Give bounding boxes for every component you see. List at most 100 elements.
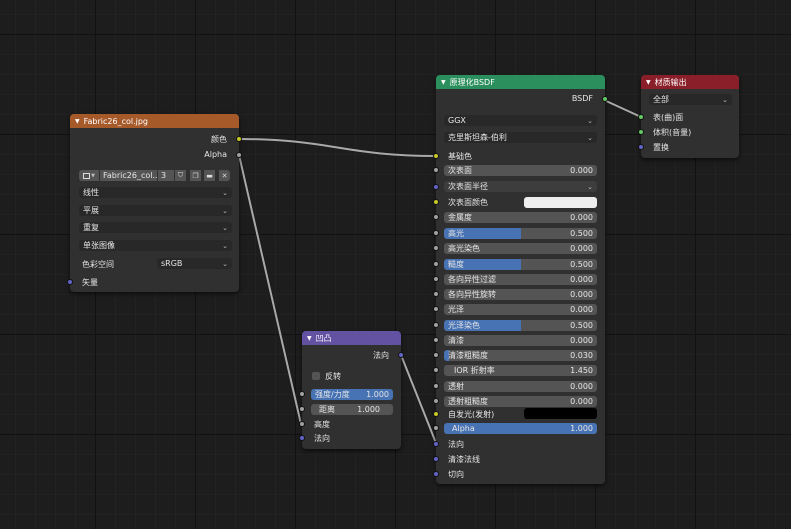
- distance-field[interactable]: 距离 1.000: [311, 404, 393, 415]
- material-output-node[interactable]: ▼ 材质输出 全部 ⌄ 表(曲)面 体积(音量) 置换: [638, 75, 739, 158]
- collapse-arrow-icon[interactable]: ▼: [646, 79, 651, 86]
- bump-node-title: 凹凸: [315, 333, 332, 343]
- target-dropdown[interactable]: 全部 ⌄: [649, 94, 732, 105]
- output-alpha-socket[interactable]: [236, 152, 242, 158]
- bsdf-field-label: 光泽: [448, 305, 464, 314]
- output-normal-label: 法向: [373, 351, 389, 360]
- bsdf-field[interactable]: 金属度 0.000: [444, 212, 597, 223]
- image-name-field[interactable]: Fabric26_col...: [100, 170, 157, 181]
- normal-socket[interactable]: [433, 441, 439, 447]
- bsdf-field-socket[interactable]: [433, 322, 439, 328]
- bsdf-field-socket[interactable]: [433, 261, 439, 267]
- clearcoat-normal-socket[interactable]: [433, 456, 439, 462]
- colorspace-label: 色彩空间: [82, 260, 114, 269]
- chevron-down-icon: ⌄: [587, 116, 593, 125]
- bsdf-field[interactable]: 清漆粗糙度 0.030: [444, 350, 597, 361]
- strength-socket[interactable]: [299, 391, 305, 397]
- bsdf-field[interactable]: IOR 折射率 1.450: [444, 365, 597, 376]
- bump-node[interactable]: ▼ 凹凸 法向 反转 强度/力度 1.000 距离 1.000 高度 法向: [299, 331, 404, 449]
- output-color-socket[interactable]: [236, 136, 242, 142]
- bsdf-field[interactable]: 光泽 0.000: [444, 304, 597, 315]
- close-icon[interactable]: ✕: [219, 170, 230, 181]
- invert-checkbox[interactable]: [312, 372, 320, 380]
- collapse-arrow-icon[interactable]: ▼: [307, 335, 312, 342]
- bsdf-field-socket[interactable]: [433, 398, 439, 404]
- volume-socket[interactable]: [638, 129, 644, 135]
- surface-socket[interactable]: [638, 114, 644, 120]
- subsurface-radius-dropdown[interactable]: 次表面半径 ⌄: [444, 181, 597, 192]
- bsdf-field-value: 1.450: [570, 366, 593, 375]
- bsdf-field-value: 0.000: [570, 397, 593, 406]
- bsdf-field[interactable]: 次表面 0.000: [444, 165, 597, 176]
- bump-node-header[interactable]: ▼ 凹凸: [302, 331, 401, 345]
- source-dropdown[interactable]: 单张图像 ⌄: [79, 240, 232, 251]
- image-browse-button[interactable]: ▼: [79, 170, 99, 181]
- bsdf-field-socket[interactable]: [433, 214, 439, 220]
- tangent-socket[interactable]: [433, 471, 439, 477]
- base-color-socket[interactable]: [433, 153, 439, 159]
- bsdf-field-socket[interactable]: [433, 383, 439, 389]
- invert-label: 反转: [325, 372, 341, 381]
- chevron-down-icon: ⌄: [587, 182, 593, 191]
- bsdf-node-header[interactable]: ▼ 原理化BSDF: [436, 75, 605, 89]
- emission-socket[interactable]: [433, 411, 439, 417]
- bsdf-field-label: 次表面: [448, 166, 472, 175]
- bsdf-field-socket[interactable]: [433, 367, 439, 373]
- bsdf-field-socket[interactable]: [433, 245, 439, 251]
- output-node-header[interactable]: ▼ 材质输出: [641, 75, 739, 89]
- extension-dropdown[interactable]: 重复 ⌄: [79, 222, 232, 233]
- emission-color-swatch[interactable]: [524, 408, 597, 419]
- displacement-socket[interactable]: [638, 144, 644, 150]
- input-vector-socket[interactable]: [67, 279, 73, 285]
- bsdf-field-socket[interactable]: [433, 230, 439, 236]
- bsdf-field-socket[interactable]: [433, 337, 439, 343]
- bsdf-field[interactable]: 高光 0.500: [444, 228, 597, 239]
- bsdf-field-socket[interactable]: [433, 276, 439, 282]
- image-icon: [83, 172, 91, 179]
- distance-socket[interactable]: [299, 406, 305, 412]
- bsdf-field-label: 金属度: [448, 213, 472, 222]
- projection-dropdown[interactable]: 平展 ⌄: [79, 205, 232, 216]
- bsdf-field-socket[interactable]: [433, 306, 439, 312]
- bsdf-field[interactable]: 透射 0.000: [444, 381, 597, 392]
- bsdf-field-value: 0.000: [570, 336, 593, 345]
- bsdf-field-socket[interactable]: [433, 167, 439, 173]
- colorspace-dropdown[interactable]: sRGB ⌄: [157, 258, 232, 269]
- distribution-dropdown[interactable]: GGX ⌄: [444, 115, 597, 126]
- output-bsdf-socket[interactable]: [602, 96, 608, 102]
- displacement-label: 置换: [653, 143, 669, 152]
- image-users-count[interactable]: 3: [158, 170, 174, 181]
- subsurface-method-dropdown[interactable]: 克里斯坦森-伯利 ⌄: [444, 132, 597, 143]
- bsdf-field-socket[interactable]: [433, 352, 439, 358]
- bsdf-field[interactable]: 各向异性旋转 0.000: [444, 289, 597, 300]
- emission-label: 自发光(发射): [448, 410, 495, 419]
- duplicate-image-icon[interactable]: ❐: [190, 170, 201, 181]
- bsdf-field-label: 光泽染色: [448, 321, 480, 330]
- bsdf-field[interactable]: Alpha 1.000: [444, 423, 597, 434]
- bsdf-field-value: 0.000: [570, 382, 593, 391]
- height-socket[interactable]: [299, 421, 305, 427]
- output-normal-socket[interactable]: [398, 352, 404, 358]
- image-texture-node[interactable]: ▼ Fabric26_col.jpg 颜色 Alpha ▼ Fabric26_c…: [67, 114, 242, 292]
- bsdf-field-socket[interactable]: [433, 425, 439, 431]
- subsurface-color-socket[interactable]: [433, 199, 439, 205]
- bsdf-field[interactable]: 各向异性过滤 0.000: [444, 274, 597, 285]
- collapse-arrow-icon[interactable]: ▼: [75, 118, 80, 125]
- collapse-arrow-icon[interactable]: ▼: [441, 79, 446, 86]
- bsdf-field-value: 0.000: [570, 305, 593, 314]
- strength-field[interactable]: 强度/力度 1.000: [311, 389, 393, 400]
- bsdf-field[interactable]: 透射粗糙度 0.000: [444, 396, 597, 407]
- fake-user-shield-icon[interactable]: ⛉: [175, 170, 186, 181]
- bsdf-field[interactable]: 清漆 0.000: [444, 335, 597, 346]
- subsurface-radius-socket[interactable]: [433, 184, 439, 190]
- open-folder-icon[interactable]: ▬: [204, 170, 215, 181]
- bsdf-field[interactable]: 光泽染色 0.500: [444, 320, 597, 331]
- normal-input-socket[interactable]: [299, 435, 305, 441]
- interpolation-dropdown[interactable]: 线性 ⌄: [79, 187, 232, 198]
- bsdf-field[interactable]: 高光染色 0.000: [444, 243, 597, 254]
- bsdf-field[interactable]: 糙度 0.500: [444, 259, 597, 270]
- bsdf-field-socket[interactable]: [433, 291, 439, 297]
- principled-bsdf-node[interactable]: ▼ 原理化BSDF BSDF GGX ⌄ 克里斯坦森-伯利 ⌄ 基础色 次表面半径 ⌄…: [433, 75, 608, 484]
- image-node-header[interactable]: ▼ Fabric26_col.jpg: [70, 114, 239, 128]
- subsurface-color-swatch[interactable]: [524, 197, 597, 208]
